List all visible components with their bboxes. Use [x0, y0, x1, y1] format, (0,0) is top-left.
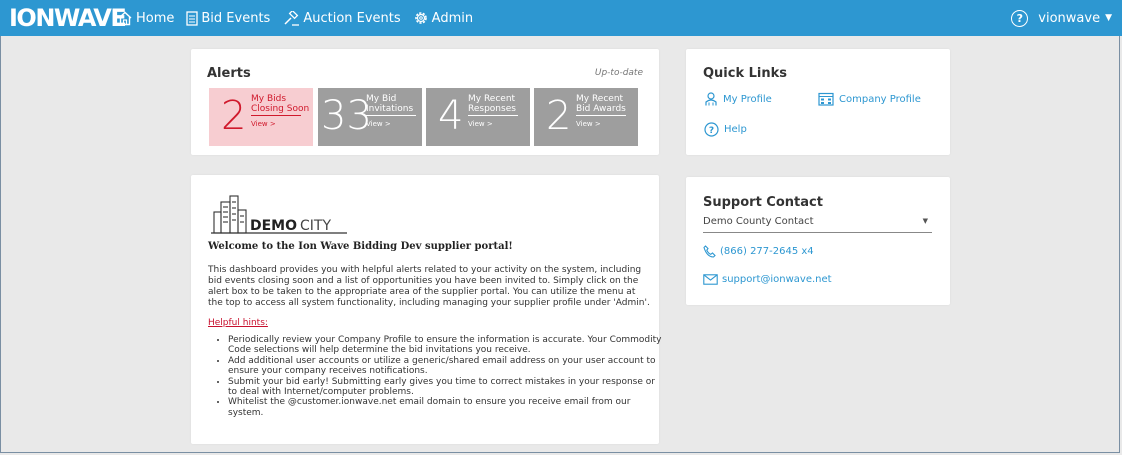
- contact-select[interactable]: Demo County Contact ▼: [703, 216, 932, 233]
- envelope-icon: [703, 274, 718, 285]
- username: vionwave: [1038, 10, 1101, 26]
- ionwave-logo[interactable]: IONWAVE: [9, 4, 127, 32]
- home-icon: [118, 11, 132, 25]
- support-contact-card: Support Contact Demo County Contact ▼ (8…: [686, 177, 950, 305]
- company-profile-label: Company Profile: [839, 93, 921, 105]
- main-nav: Home Bid Events Auction Events Admin: [117, 0, 485, 36]
- svg-text:?: ?: [709, 126, 714, 136]
- alerts-card: Alerts Up-to-date 2 My Bids Closing Soon …: [191, 49, 659, 155]
- tile-view-link[interactable]: View >: [366, 120, 391, 128]
- email-link[interactable]: support@ionwave.net: [703, 274, 832, 285]
- tile-count: 33: [321, 93, 372, 139]
- phone-link[interactable]: (866) 277-2645 x4: [703, 245, 814, 258]
- list-item: Add additional user accounts or utilize …: [228, 356, 666, 377]
- tile-label: My Bids Closing Soon: [251, 94, 310, 114]
- alerts-status: Up-to-date: [594, 68, 643, 78]
- tile-view-link[interactable]: View >: [576, 120, 601, 128]
- nav-home-label: Home: [136, 10, 175, 26]
- logo-city-text: CITY: [300, 218, 331, 234]
- email-address: support@ionwave.net: [722, 274, 832, 285]
- quick-links-title: Quick Links: [703, 66, 788, 81]
- my-profile-label: My Profile: [723, 93, 772, 105]
- tile-count: 4: [438, 93, 464, 139]
- tile-divider: [366, 115, 416, 116]
- nav-auction-events-label: Auction Events: [303, 10, 401, 26]
- caret-down-icon: ▼: [1105, 13, 1112, 23]
- tile-bid-invitations[interactable]: 33 My Bid Invitations View >: [318, 88, 422, 146]
- help-icon: ?: [704, 122, 719, 137]
- tile-label: My Bid Invitations: [366, 94, 414, 114]
- support-contact-title: Support Contact: [703, 195, 823, 210]
- tile-count: 2: [546, 93, 572, 139]
- helpful-hints-list: Periodically review your Company Profile…: [218, 335, 666, 418]
- company-icon: [818, 92, 834, 106]
- tile-recent-bid-awards[interactable]: 2 My Recent Bid Awards View >: [534, 88, 638, 146]
- welcome-card: DEMO CITY Welcome to the Ion Wave Biddin…: [191, 175, 661, 444]
- tile-recent-responses[interactable]: 4 My Recent Responses View >: [426, 88, 530, 146]
- contact-select-value: Demo County Contact: [703, 216, 814, 227]
- nav-home[interactable]: Home: [117, 11, 174, 26]
- gavel-icon: [284, 10, 300, 26]
- demo-city-logo: DEMO CITY: [211, 195, 347, 234]
- chevron-down-icon: ▼: [922, 217, 928, 225]
- nav-bid-events[interactable]: Bid Events: [186, 11, 270, 26]
- my-profile-link[interactable]: My Profile: [704, 92, 772, 106]
- nav-admin[interactable]: Admin: [413, 10, 473, 26]
- tile-view-link[interactable]: View >: [468, 120, 493, 128]
- tile-bids-closing-soon[interactable]: 2 My Bids Closing Soon View >: [209, 88, 313, 146]
- document-icon: [186, 10, 199, 26]
- tile-view-link[interactable]: View >: [251, 120, 276, 128]
- nav-auction-events[interactable]: Auction Events: [282, 10, 401, 26]
- list-item: Submit your bid early! Submitting early …: [228, 377, 666, 398]
- tile-label: My Recent Responses: [468, 94, 516, 114]
- nav-admin-label: Admin: [431, 10, 474, 26]
- company-profile-link[interactable]: Company Profile: [818, 92, 921, 106]
- nav-bid-events-label: Bid Events: [201, 10, 271, 26]
- gear-icon: [414, 12, 427, 24]
- tile-divider: [576, 115, 626, 116]
- user-icon: [705, 92, 717, 106]
- top-navigation-bar: IONWAVE Home Bid Events Auction Events A…: [0, 0, 1122, 36]
- alerts-title: Alerts: [207, 66, 251, 81]
- tile-divider: [468, 115, 518, 116]
- list-item: Periodically review your Company Profile…: [228, 335, 666, 356]
- welcome-heading: Welcome to the Ion Wave Bidding Dev supp…: [208, 241, 513, 252]
- tile-count: 2: [221, 93, 247, 139]
- help-link[interactable]: ? Help: [704, 122, 747, 137]
- help-icon[interactable]: ?: [1011, 9, 1029, 27]
- user-menu[interactable]: ? vionwave ▼: [1011, 0, 1112, 36]
- phone-number: (866) 277-2645 x4: [720, 246, 814, 257]
- logo-demo-text: DEMO: [250, 218, 297, 234]
- tile-divider: [251, 115, 301, 116]
- list-item: Whitelist the @customer.ionwave.net emai…: [228, 397, 666, 418]
- welcome-body: This dashboard provides you with helpful…: [208, 265, 650, 308]
- phone-icon: [703, 245, 716, 258]
- tile-label: My Recent Bid Awards: [576, 94, 626, 114]
- help-label: Help: [724, 124, 747, 135]
- quick-links-card: Quick Links My Profile Company Profile ?…: [686, 49, 950, 155]
- helpful-hints-label: Helpful hints:: [208, 318, 268, 328]
